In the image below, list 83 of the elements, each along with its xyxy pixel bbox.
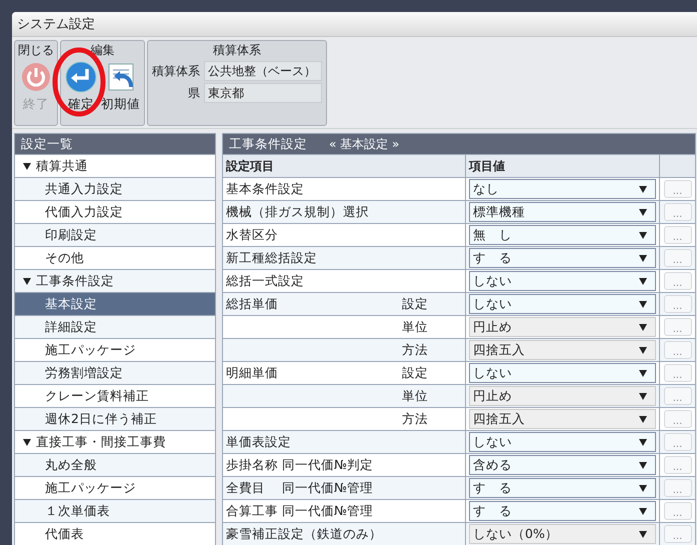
panel-header: 設定一覧 [15,134,215,154]
value-dropdown[interactable]: す る [469,478,656,498]
setting-label: 明細単価 [226,364,278,382]
value-dropdown[interactable]: しない [469,363,656,383]
field-value: 公共地整（ベース） [204,61,322,81]
setting-label: 単価表設定 [226,434,291,450]
dropdown-arrow-icon [639,462,647,468]
dropdown-arrow-icon [639,392,647,400]
dropdown-arrow-icon [639,484,647,492]
tree-item[interactable]: 共通入力設定 [15,178,215,200]
tree-group[interactable]: 積算共通 [15,155,215,177]
enter-icon [65,61,97,93]
expand-icon [23,438,31,446]
tree-item[interactable]: １次単価表 [15,500,215,522]
window-title: システム設定 [12,12,697,37]
value-dropdown[interactable]: しない [469,432,656,452]
setting-label: 歩掛名称 同一代価№判定 [226,456,373,474]
column-header: 設定項目 [223,155,465,177]
tree-item[interactable]: 詳細設定 [15,316,215,338]
setting-sublabel: 方法 [402,410,429,428]
value-dropdown[interactable]: 標準機種 [469,202,656,222]
setting-label: 機械（排ガス規制）選択 [226,204,369,220]
tree-group[interactable]: 直接工事・間接工事費 [15,431,215,453]
setting-label: 水替区分 [226,226,278,244]
value-dropdown[interactable]: 無 し [469,225,656,245]
dropdown-arrow-icon [639,370,647,376]
setting-sublabel: 単位 [402,318,429,336]
value-dropdown[interactable]: しない [469,271,656,291]
value-dropdown[interactable]: 含める [469,455,656,475]
dropdown-arrow-icon [639,186,647,192]
column-header: 項目値 [466,155,659,177]
setting-label: 豪雪補正設定（鉄道のみ） [226,526,382,542]
tree-item[interactable]: 労務割増設定 [15,362,215,384]
setting-label: 総括単価 [226,296,278,312]
tree-item[interactable]: 印刷設定 [15,224,215,246]
value-dropdown[interactable]: す る [469,501,656,521]
setting-label: 新工種総括設定 [226,250,317,266]
dropdown-arrow-icon [639,278,647,284]
setting-sublabel: 設定 [402,364,429,382]
dropdown-arrow-icon [639,530,647,538]
tree-item[interactable]: 代価入力設定 [15,201,215,223]
dropdown-arrow-icon [639,254,647,262]
group-label: 工事条件設定 [36,272,114,290]
field-label: 積算体系 [152,63,200,80]
dropdown-arrow-icon [639,416,647,422]
tree-item[interactable]: 週休2日に伴う補正 [15,408,215,430]
group-title: 閉じる [18,42,54,59]
tree-item[interactable]: 施工パッケージ [15,339,215,361]
group-label: 積算共通 [36,158,88,174]
expand-icon [23,278,31,284]
tree-item[interactable]: 施工パッケージ [15,477,215,499]
setting-sublabel: 設定 [402,296,429,312]
group-label: 直接工事・間接工事費 [36,434,166,450]
tree-item[interactable]: クレーン賃料補正 [15,385,215,407]
value-dropdown[interactable]: す る [469,248,656,268]
expand-icon [23,162,31,170]
toolbar-button[interactable]: 初期値 [100,61,141,113]
panel-title: 工事条件設定 [229,136,307,152]
tree-item[interactable]: 丸め全般 [15,454,215,476]
tree-group[interactable]: 工事条件設定 [15,270,215,292]
power-icon [20,61,52,93]
field-value: 東京都 [204,83,322,103]
dropdown-arrow-icon [639,324,647,330]
setting-label: 合算工事 同一代価№管理 [226,502,373,520]
dropdown-arrow-icon [639,208,647,216]
setting-label: 総括一式設定 [226,272,304,290]
group-title: 積算体系 [212,42,262,59]
panel-subtitle: « 基本設定 » [329,136,400,152]
dropdown-arrow-icon [639,508,647,514]
setting-sublabel: 単位 [402,388,429,404]
dropdown-arrow-icon [639,346,647,354]
setting-sublabel: 方法 [402,342,429,358]
setting-label: 基本条件設定 [226,180,304,198]
value-dropdown[interactable]: なし [469,179,656,199]
dropdown-arrow-icon [639,438,647,446]
dropdown-arrow-icon [639,300,647,308]
value-dropdown[interactable]: しない [469,294,656,314]
setting-label: 全費目 同一代価№管理 [226,480,373,496]
tree-item[interactable]: 代価表 [15,523,215,545]
field-label: 県 [187,85,200,102]
dropdown-arrow-icon [639,232,647,238]
tree-item[interactable]: 基本設定 [15,293,215,315]
tree-item[interactable]: その他 [15,247,215,269]
